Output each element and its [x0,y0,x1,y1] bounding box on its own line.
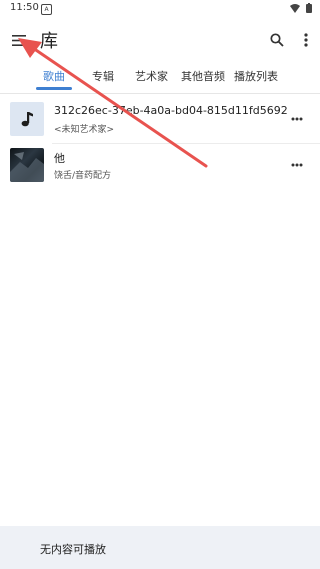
song-more-icon[interactable] [288,110,306,128]
tab-indicator [36,87,72,90]
music-note-icon [21,112,33,127]
overflow-menu-icon[interactable] [295,29,317,51]
album-cover-thumbnail [10,148,44,182]
tab-playlists[interactable]: 播放列表 [234,68,278,84]
tabs-divider [0,93,320,94]
list-item[interactable]: 他 饶舌/音药配方 [0,148,320,188]
song-artist: 饶舌/音药配方 [54,171,112,181]
page-title: 库 [40,31,58,52]
tab-other-audio[interactable]: 其他音频 [181,68,225,84]
player-status-text: 无内容可播放 [40,543,106,556]
system-icons [290,3,312,13]
status-bar: 11:50 A [0,0,320,18]
wifi-icon [290,3,300,13]
tab-bar: 歌曲 专辑 艺术家 其他音频 播放列表 [0,62,320,94]
player-bar[interactable]: 无内容可播放 [0,526,320,569]
song-title: 312c26ec-37eb-4a0a-bd04-815d11fd5692 [54,104,288,117]
song-artist: <未知艺术家> [54,125,115,135]
notification-icon: A [41,4,52,15]
tab-songs[interactable]: 歌曲 [43,68,65,84]
battery-icon [306,3,312,13]
song-title: 他 [54,152,65,165]
tab-artists[interactable]: 艺术家 [135,68,168,84]
menu-icon[interactable] [8,29,30,51]
status-time: 11:50 [10,2,39,13]
search-icon[interactable] [266,29,288,51]
list-item[interactable]: 312c26ec-37eb-4a0a-bd04-815d11fd5692 <未知… [0,102,320,142]
row-divider [52,143,320,144]
app-bar: 库 [0,22,320,58]
song-thumbnail [10,102,44,136]
song-more-icon[interactable] [288,156,306,174]
tab-albums[interactable]: 专辑 [92,68,114,84]
